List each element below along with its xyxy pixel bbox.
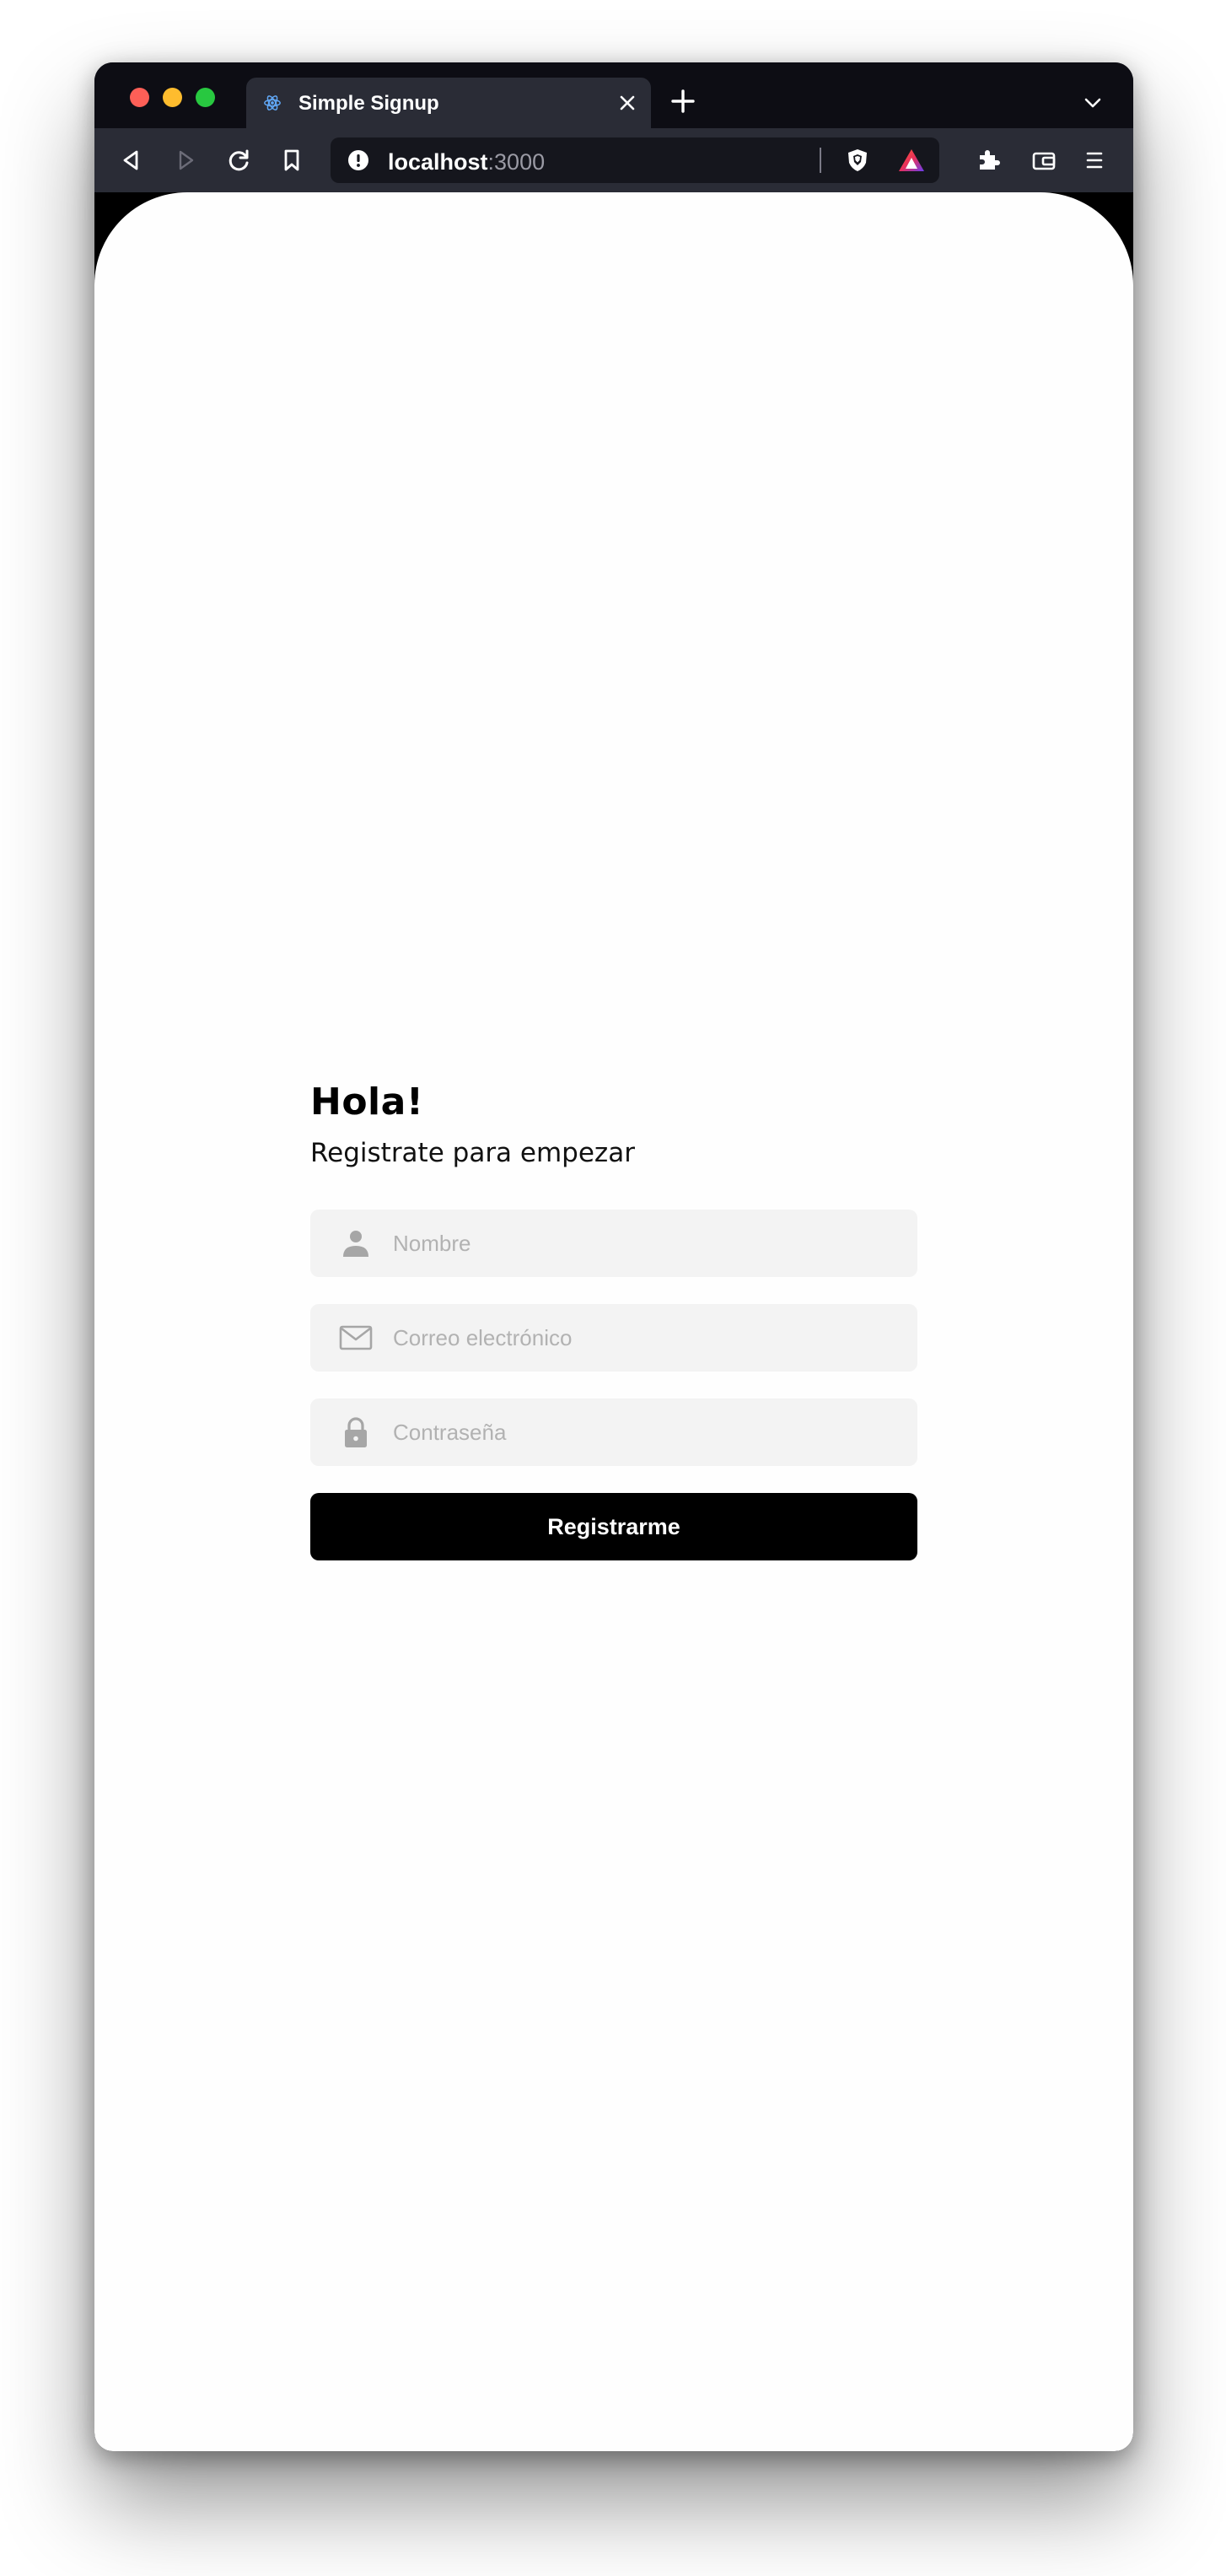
hamburger-menu-icon[interactable]	[1081, 147, 1108, 174]
plus-icon[interactable]	[669, 88, 696, 115]
close-icon[interactable]	[617, 93, 637, 113]
url-host: localhost	[388, 149, 488, 175]
bookmark-icon[interactable]	[278, 147, 305, 174]
password-field[interactable]	[310, 1398, 917, 1466]
info-icon[interactable]	[347, 149, 369, 171]
password-input[interactable]	[393, 1398, 899, 1466]
tab-strip: Simple Signup	[94, 62, 1133, 128]
wallet-icon[interactable]	[1030, 147, 1057, 174]
window-minimize-button[interactable]	[163, 88, 182, 107]
reload-icon[interactable]	[225, 147, 252, 174]
puzzle-icon[interactable]	[975, 147, 1002, 174]
lock-icon	[345, 1417, 367, 1447]
url-text[interactable]: localhost:3000	[388, 149, 545, 175]
window-close-button[interactable]	[130, 88, 149, 107]
user-icon	[343, 1231, 368, 1257]
name-input[interactable]	[393, 1210, 899, 1277]
signup-subtitle: Registrate para empezar	[310, 1138, 635, 1168]
window-maximize-button[interactable]	[196, 88, 215, 107]
signup-form: Hola! Registrate para empezar Nombre Cor…	[310, 1078, 917, 1560]
browser-window: Simple Signup localhost:3000 Hola! Regis…	[94, 62, 1133, 2451]
forward-arrow-icon[interactable]	[172, 147, 199, 174]
envelope-icon	[339, 1325, 373, 1350]
chevron-down-icon[interactable]	[1083, 93, 1103, 113]
name-field[interactable]	[310, 1210, 917, 1277]
signup-title: Hola!	[310, 1081, 424, 1124]
back-arrow-icon[interactable]	[118, 147, 145, 174]
register-button[interactable]: Registrarme	[310, 1493, 917, 1560]
email-field[interactable]	[310, 1304, 917, 1372]
tab-title: Simple Signup	[298, 92, 439, 115]
brave-rewards-icon[interactable]	[897, 148, 926, 173]
browser-toolbar: localhost:3000	[94, 128, 1133, 192]
react-logo-icon	[264, 95, 281, 110]
brave-shields-icon[interactable]	[845, 148, 870, 173]
email-input[interactable]	[393, 1304, 899, 1372]
address-bar-divider	[820, 148, 821, 173]
address-bar[interactable]: localhost:3000	[331, 137, 939, 183]
browser-viewport: Hola! Registrate para empezar Nombre Cor…	[94, 192, 1133, 2451]
url-port: :3000	[487, 149, 546, 175]
page: Hola! Registrate para empezar Nombre Cor…	[94, 192, 1133, 2451]
tab-simple-signup[interactable]: Simple Signup	[246, 78, 651, 128]
